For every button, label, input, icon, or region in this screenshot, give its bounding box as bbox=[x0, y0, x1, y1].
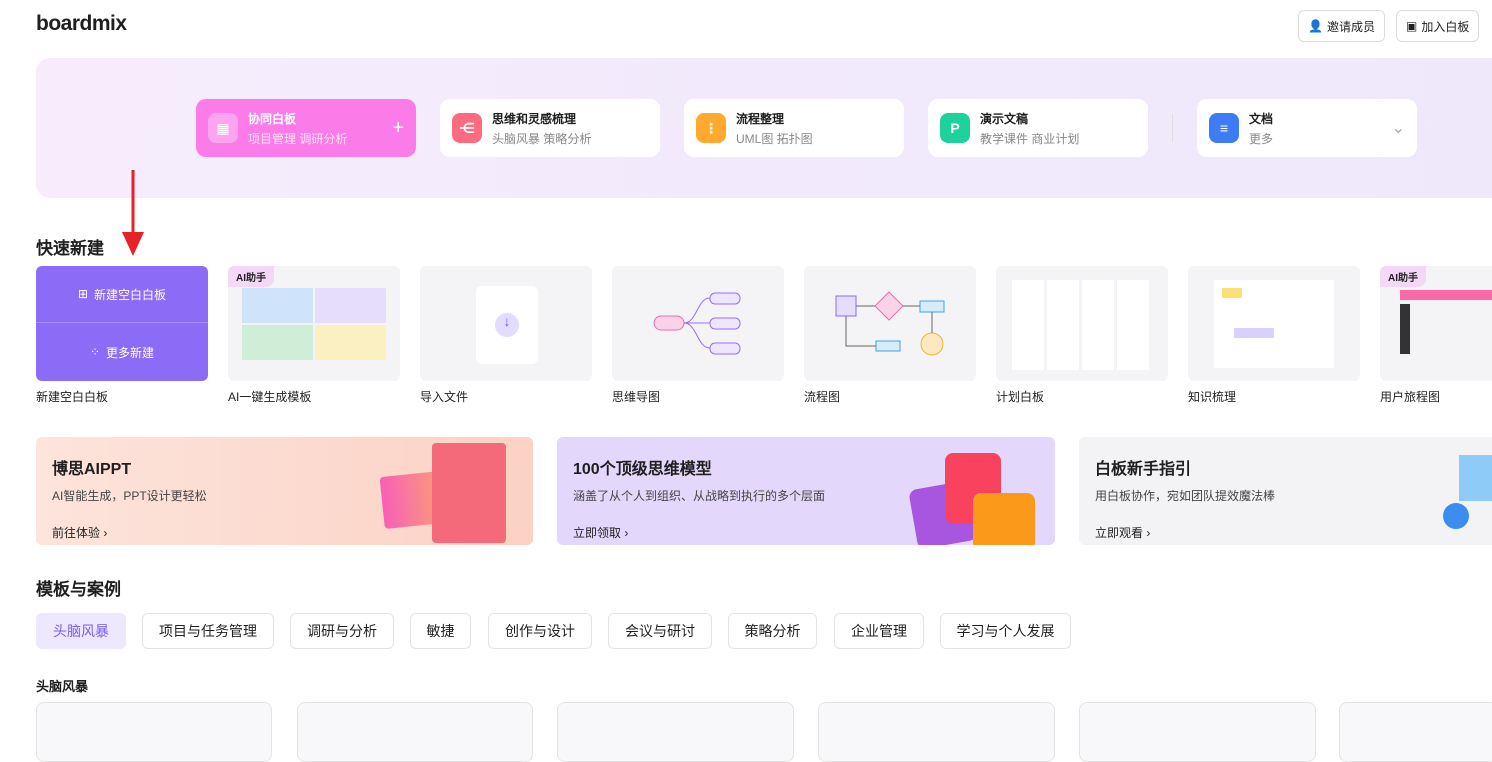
chevron-down-icon[interactable]: ⌄ bbox=[1392, 118, 1405, 138]
tab-enterprise[interactable]: 企业管理 bbox=[834, 613, 924, 649]
laptop-illustration bbox=[432, 443, 506, 543]
grid-icon: ⁘ bbox=[89, 345, 101, 359]
quick-card-knowledge[interactable] bbox=[1188, 266, 1360, 381]
quick-label: 思维导图 bbox=[612, 390, 661, 404]
join-board-button[interactable]: ▣ 加入白板 bbox=[1396, 10, 1480, 42]
user-add-icon: 👤 bbox=[1308, 19, 1323, 33]
quick-card-journey[interactable]: AI助手 bbox=[1380, 266, 1492, 381]
mindmap-icon: ⋲ bbox=[452, 113, 482, 143]
ai-badge: AI助手 bbox=[1380, 266, 1426, 287]
template-thumbnail[interactable] bbox=[1079, 702, 1316, 762]
quick-label: 计划白板 bbox=[996, 390, 1045, 404]
folder-illustration bbox=[973, 493, 1035, 545]
type-card-presentation[interactable]: P 演示文稿 教学课件 商业计划 bbox=[928, 99, 1148, 157]
tab-design[interactable]: 创作与设计 bbox=[488, 613, 592, 649]
tab-meeting[interactable]: 会议与研讨 bbox=[608, 613, 712, 649]
quick-create-title: 快速新建 bbox=[36, 239, 104, 258]
template-thumbnail[interactable] bbox=[1339, 702, 1492, 762]
mindmap-preview bbox=[653, 292, 741, 355]
quick-card-mindmap[interactable] bbox=[612, 266, 784, 381]
section-title: 头脑风暴 bbox=[36, 679, 89, 694]
thumbs-up-icon bbox=[1443, 503, 1469, 529]
invite-members-button[interactable]: 👤 邀请成员 bbox=[1298, 10, 1385, 42]
type-card-whiteboard[interactable]: ▦ 协同白板 项目管理 调研分析 + bbox=[196, 99, 416, 157]
red-arrow-annotation bbox=[122, 170, 144, 256]
templates-title: 模板与案例 bbox=[36, 580, 121, 599]
type-card-document[interactable]: ≡ 文档 更多 ⌄ bbox=[1197, 99, 1417, 157]
type-card-mindmap[interactable]: ⋲ 思维和灵感梳理 头脑风暴 策略分析 bbox=[440, 99, 660, 157]
journey-sidebar bbox=[1400, 304, 1410, 354]
flowchart-icon: ⋮ bbox=[696, 113, 726, 143]
document-icon: ≡ bbox=[1209, 113, 1239, 143]
tab-agile[interactable]: 敏捷 bbox=[410, 613, 471, 649]
more-new-button[interactable]: ⁘ 更多新建 bbox=[36, 323, 208, 381]
boardmix-logo[interactable]: boardmix bbox=[36, 12, 127, 36]
whiteboard-icon: ▦ bbox=[208, 113, 238, 143]
board-icon: ▣ bbox=[1406, 19, 1418, 33]
tab-strategy[interactable]: 策略分析 bbox=[728, 613, 817, 649]
quick-label: 新建空白白板 bbox=[36, 390, 109, 404]
quick-card-plan[interactable] bbox=[996, 266, 1168, 381]
download-icon: ↓ bbox=[495, 313, 519, 337]
lightbulb-icon bbox=[1459, 455, 1492, 501]
template-thumbnail[interactable] bbox=[36, 702, 272, 762]
type-card-flow[interactable]: ⋮ 流程整理 UML图 拓扑图 bbox=[684, 99, 904, 157]
divider bbox=[1172, 114, 1173, 142]
knowledge-preview bbox=[1214, 280, 1334, 368]
tab-learning[interactable]: 学习与个人发展 bbox=[940, 613, 1071, 649]
quick-label: AI一键生成模板 bbox=[228, 390, 312, 404]
quick-label: 知识梳理 bbox=[1188, 390, 1237, 404]
template-thumbnail[interactable] bbox=[557, 702, 794, 762]
banner-thinking-models[interactable]: 100个顶级思维模型 涵盖了从个人到组织、从战略到执行的多个层面 立即领取 › bbox=[557, 437, 1055, 545]
new-blank-card: ⊞ 新建空白白板 ⁘ 更多新建 bbox=[36, 266, 208, 381]
template-preview bbox=[242, 288, 386, 360]
banner-guide[interactable]: 白板新手指引 用白板协作，宛如团队提效魔法棒 立即观看 › bbox=[1079, 437, 1492, 545]
template-thumbnail[interactable] bbox=[297, 702, 533, 762]
tab-project[interactable]: 项目与任务管理 bbox=[142, 613, 274, 649]
journey-preview bbox=[1400, 290, 1492, 300]
quick-card-ai-template[interactable]: AI助手 bbox=[228, 266, 400, 381]
file-icon: ↓ bbox=[476, 286, 538, 364]
quick-card-import[interactable]: ↓ bbox=[420, 266, 592, 381]
quick-label: 用户旅程图 bbox=[1380, 390, 1441, 404]
banner-link[interactable]: 立即观看 › bbox=[1095, 524, 1476, 541]
quick-label: 导入文件 bbox=[420, 390, 469, 404]
tab-research[interactable]: 调研与分析 bbox=[290, 613, 394, 649]
template-thumbnail[interactable] bbox=[818, 702, 1055, 762]
banner-aippt[interactable]: 博思AIPPT AI智能生成，PPT设计更轻松 前往体验 › bbox=[36, 437, 533, 545]
quick-label: 流程图 bbox=[804, 390, 841, 404]
plus-square-icon: ⊞ bbox=[77, 287, 89, 301]
plan-preview bbox=[1012, 280, 1152, 370]
tab-brainstorm[interactable]: 头脑风暴 bbox=[36, 613, 126, 649]
new-blank-button[interactable]: ⊞ 新建空白白板 bbox=[36, 266, 208, 323]
plus-icon[interactable]: + bbox=[392, 117, 404, 140]
flowchart-preview bbox=[835, 291, 945, 356]
ai-badge: AI助手 bbox=[228, 266, 274, 287]
quick-card-flowchart[interactable] bbox=[804, 266, 976, 381]
presentation-icon: P bbox=[940, 113, 970, 143]
